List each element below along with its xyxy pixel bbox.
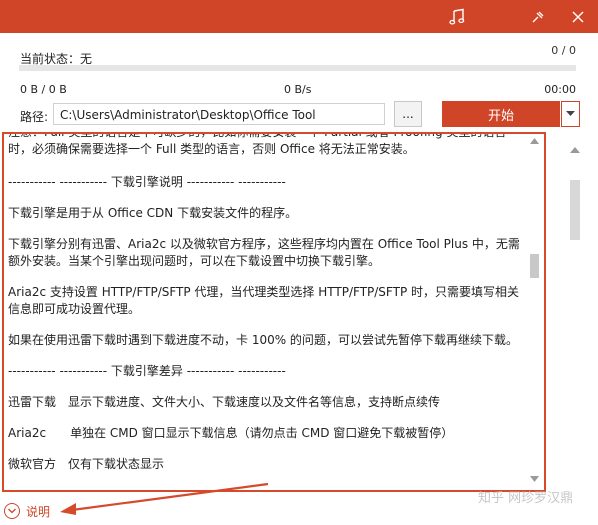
- scroll-down-icon[interactable]: [530, 476, 539, 482]
- start-options-dropdown[interactable]: [561, 101, 580, 127]
- pin-icon[interactable]: [526, 5, 550, 29]
- paragraph: 下载引擎是用于从 Office CDN 下载安装文件的程序。: [8, 206, 298, 220]
- window-scroll-thumb[interactable]: [570, 180, 580, 240]
- help-label: 说明: [26, 504, 51, 519]
- paragraph: Aria2c 支持设置 HTTP/FTP/SFTP 代理，当代理类型选择 HTT…: [8, 285, 519, 316]
- scroll-up-icon[interactable]: [570, 146, 580, 153]
- elapsed-time: 00:00: [544, 83, 576, 96]
- paragraph: 如果在使用迅雷下载时遇到下载进度不动，卡 100% 的问题，可以尝试先暂停下载再…: [8, 333, 518, 347]
- description-scroll-thumb[interactable]: [530, 254, 539, 278]
- download-speed: 0 B/s: [284, 83, 312, 96]
- engine-row: 迅雷下载 显示下载进度、文件大小、下载速度以及文件名等信息，支持断点续传: [8, 395, 441, 409]
- section-separator: ----------- ----------- 下载引擎差异 ---------…: [8, 364, 286, 378]
- engine-row: Aria2c 单独在 CMD 窗口显示下载信息（请勿点击 CMD 窗口避免下载被…: [8, 426, 454, 440]
- download-count: 0 / 0: [551, 44, 576, 57]
- description-scrollbar[interactable]: [528, 136, 542, 488]
- close-icon[interactable]: [566, 5, 590, 29]
- watermark: 知乎 网珍罗汉鼎: [478, 491, 574, 506]
- paragraph: 下载引擎分别有迅雷、Aria2c 以及微软官方程序，这些程序均内置在 Offic…: [8, 237, 520, 268]
- progress-bar: [19, 65, 576, 71]
- music-note-icon[interactable]: [445, 5, 469, 29]
- path-input[interactable]: C:\Users\Administrator\Desktop\Office To…: [53, 103, 385, 125]
- scroll-up-icon[interactable]: [530, 138, 539, 144]
- start-button[interactable]: 开始: [442, 101, 560, 127]
- browse-button[interactable]: ...: [394, 101, 422, 127]
- section-separator: ----------- ----------- 下载引擎说明 ---------…: [8, 175, 286, 189]
- window-scrollbar[interactable]: [564, 140, 586, 504]
- downloaded-size: 0 B / 0 B: [20, 83, 67, 96]
- chevron-down-circle-icon: [4, 503, 20, 519]
- description-text: 注意：Full 类型的语言是不可缺少的，比如你需要安装一个 Partial 或者…: [8, 134, 528, 473]
- title-bar: [0, 0, 598, 33]
- path-label: 路径:: [20, 110, 49, 124]
- note-paragraph: 注意：Full 类型的语言是不可缺少的，比如你需要安装一个 Partial 或者…: [8, 132, 507, 156]
- description-panel: 注意：Full 类型的语言是不可缺少的，比如你需要安装一个 Partial 或者…: [2, 132, 546, 492]
- chevron-down-icon: [566, 111, 575, 116]
- help-toggle[interactable]: 说明: [0, 500, 50, 522]
